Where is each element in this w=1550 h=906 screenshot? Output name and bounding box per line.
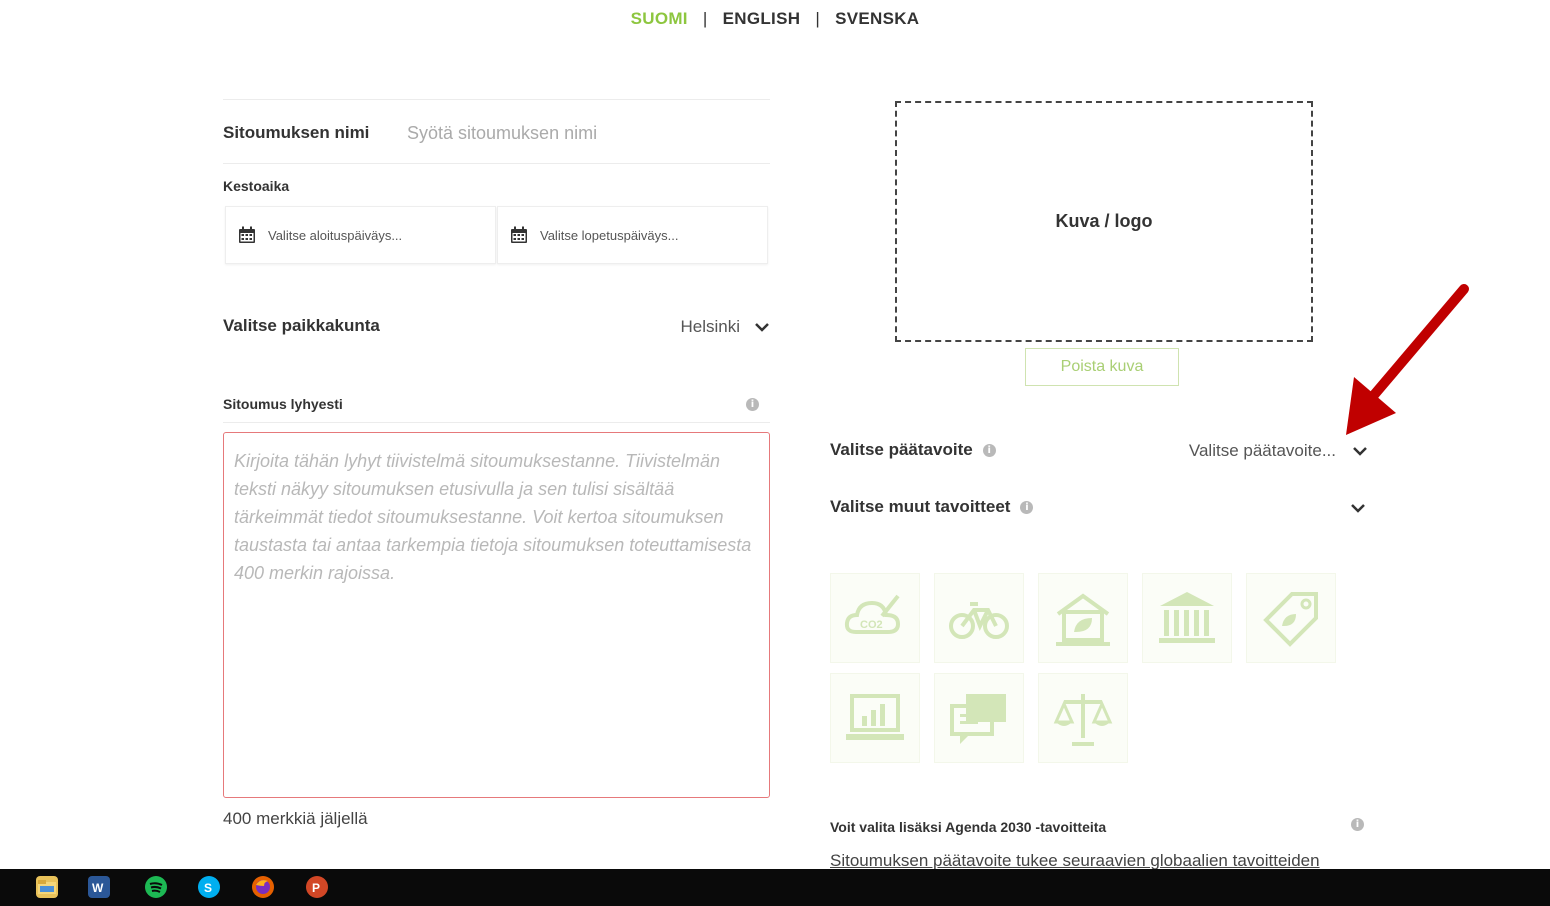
- city-value: Helsinki: [680, 317, 740, 336]
- green-house-icon: [1056, 593, 1110, 646]
- other-goals-toggle[interactable]: [1350, 500, 1368, 514]
- main-goal-label: Valitse päätavoite: [830, 440, 973, 459]
- start-date-field[interactable]: Valitse aloituspäiväys...: [225, 206, 496, 264]
- cloud-co2-icon: CO2: [844, 594, 901, 634]
- svg-text:CO2: CO2: [860, 619, 883, 631]
- image-upload-area[interactable]: Kuva / logo: [895, 101, 1313, 342]
- skype-icon[interactable]: S: [198, 876, 220, 898]
- svg-text:S: S: [204, 881, 212, 895]
- scales-icon: [1053, 694, 1113, 746]
- government-building-icon: [1159, 592, 1215, 643]
- laptop-chart-icon: [846, 694, 904, 740]
- annotation-arrow-icon: [1346, 284, 1469, 435]
- chevron-down-icon: [1353, 447, 1367, 456]
- other-goals-label-row: Valitse muut tavoitteet i: [830, 497, 1034, 517]
- goal-tile-transport[interactable]: [934, 573, 1024, 663]
- chevron-down-icon: [755, 323, 769, 332]
- calendar-icon: [511, 226, 527, 243]
- info-icon[interactable]: i: [746, 398, 759, 411]
- start-date-placeholder: Valitse aloituspäiväys...: [268, 227, 403, 243]
- divider: [223, 163, 770, 164]
- city-label: Valitse paikkakunta: [223, 316, 380, 335]
- svg-text:P: P: [312, 881, 320, 895]
- divider: [223, 422, 770, 423]
- name-input[interactable]: Syötä sitoumuksen nimi: [407, 123, 767, 144]
- divider: [223, 99, 770, 100]
- goal-tile-economy[interactable]: [830, 673, 920, 763]
- name-label: Sitoumuksen nimi: [223, 123, 370, 142]
- info-icon[interactable]: i: [1020, 500, 1034, 514]
- main-goal-value: Valitse päätavoite...: [1188, 441, 1336, 460]
- goal-tile-government[interactable]: [1142, 573, 1232, 663]
- end-date-placeholder: Valitse lopetuspäiväys...: [540, 227, 679, 243]
- powerpoint-icon[interactable]: P: [306, 876, 328, 898]
- summary-textarea[interactable]: [223, 432, 770, 798]
- goal-tile-housing[interactable]: [1038, 573, 1128, 663]
- info-icon[interactable]: i: [982, 443, 996, 457]
- agenda-text: Sitoumuksen päätavoite tukee seuraavien …: [830, 851, 1320, 870]
- summary-label: Sitoumus lyhyesti: [223, 396, 343, 412]
- end-date-field[interactable]: Valitse lopetuspäiväys...: [497, 206, 768, 264]
- goal-tile-equality[interactable]: [1038, 673, 1128, 763]
- main-goal-label-row: Valitse päätavoite i: [830, 440, 996, 460]
- lang-english[interactable]: ENGLISH: [723, 9, 801, 28]
- chat-bubbles-icon: [950, 694, 1006, 744]
- lang-separator: |: [702, 9, 708, 28]
- goal-tile-participation[interactable]: [934, 673, 1024, 763]
- language-bar: SUOMI | ENGLISH | SVENSKA: [0, 9, 1550, 29]
- chevron-down-icon: [1351, 504, 1365, 513]
- taskbar: [0, 869, 1550, 906]
- calendar-icon: [239, 226, 255, 243]
- goal-tile-consumption[interactable]: [1246, 573, 1336, 663]
- city-select[interactable]: Helsinki: [600, 314, 770, 340]
- main-goal-select[interactable]: Valitse päätavoite...: [1120, 438, 1368, 464]
- image-box-label: Kuva / logo: [1055, 211, 1153, 231]
- svg-text:W: W: [92, 881, 104, 895]
- remove-image-button[interactable]: Poista kuva: [1025, 348, 1179, 386]
- bicycle-icon: [949, 602, 1009, 639]
- eco-tag-icon: [1263, 592, 1318, 647]
- file-explorer-icon[interactable]: [36, 876, 58, 898]
- info-icon[interactable]: i: [1351, 818, 1364, 831]
- duration-label: Kestoaika: [223, 178, 290, 194]
- firefox-icon[interactable]: [252, 876, 274, 898]
- spotify-icon[interactable]: [145, 876, 167, 898]
- word-icon[interactable]: W: [88, 876, 110, 898]
- lang-separator: |: [815, 9, 821, 28]
- goal-tile-climate[interactable]: CO2: [830, 573, 920, 663]
- chars-left-counter: 400 merkkiä jäljellä: [223, 809, 368, 828]
- agenda-title: Voit valita lisäksi Agenda 2030 -tavoitt…: [830, 819, 1107, 835]
- lang-finnish[interactable]: SUOMI: [631, 9, 688, 28]
- other-goals-label: Valitse muut tavoitteet: [830, 497, 1011, 516]
- lang-swedish[interactable]: SVENSKA: [835, 9, 919, 28]
